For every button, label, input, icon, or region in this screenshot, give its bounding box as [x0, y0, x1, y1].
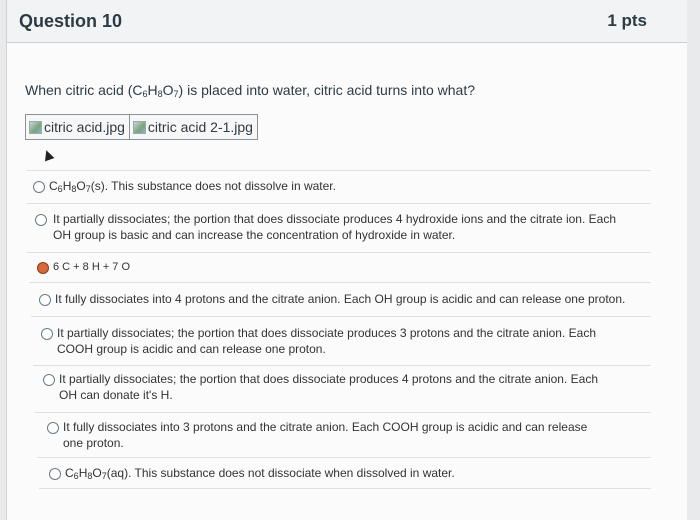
- answer-option[interactable]: It fully dissociates into 4 protons and …: [55, 291, 635, 307]
- answer-option[interactable]: It partially dissociates; the portion th…: [57, 325, 605, 357]
- broken-image-icon: [132, 120, 146, 134]
- divider: [29, 282, 651, 283]
- image-citric-acid[interactable]: citric acid.jpg: [26, 115, 130, 139]
- broken-images: citric acid.jpg citric acid 2-1.jpg: [25, 114, 258, 140]
- question-card: Question 10 1 pts When citric acid (C6H8…: [6, 0, 687, 520]
- divider: [31, 316, 651, 317]
- option-radio[interactable]: [41, 328, 53, 340]
- divider: [27, 252, 651, 253]
- divider: [35, 412, 651, 413]
- answer-option[interactable]: It partially dissociates; the portion th…: [53, 211, 633, 243]
- answer-option[interactable]: It partially dissociates; the portion th…: [59, 371, 619, 403]
- answer-option[interactable]: 6 C + 8 H + 7 O: [53, 259, 633, 275]
- question-title: Question 10: [19, 11, 123, 31]
- divider: [37, 457, 651, 458]
- question-points: 1 pts: [607, 11, 647, 30]
- option-radio[interactable]: [33, 181, 45, 193]
- option-radio[interactable]: [43, 374, 55, 386]
- question-header: Question 10 1 pts: [7, 0, 687, 43]
- option-radio-selected[interactable]: [37, 262, 49, 274]
- broken-image-icon: [29, 120, 42, 134]
- divider: [39, 488, 651, 489]
- option-radio[interactable]: [35, 214, 47, 226]
- divider: [27, 170, 651, 171]
- answer-option[interactable]: C6H8O7(s). This substance does not disso…: [49, 178, 629, 197]
- option-radio[interactable]: [39, 294, 51, 306]
- option-radio[interactable]: [49, 468, 61, 480]
- answer-option[interactable]: C6H8O7(aq). This substance does not diss…: [65, 465, 625, 484]
- image-citric-acid-2[interactable]: citric acid 2-1.jpg: [130, 115, 257, 139]
- question-text: When citric acid (C6H8O7) is placed into…: [25, 82, 475, 99]
- option-radio[interactable]: [47, 422, 59, 434]
- divider: [33, 365, 651, 366]
- mouse-cursor-icon: [41, 148, 55, 162]
- answer-option[interactable]: It fully dissociates into 3 protons and …: [63, 419, 603, 451]
- divider: [27, 203, 651, 204]
